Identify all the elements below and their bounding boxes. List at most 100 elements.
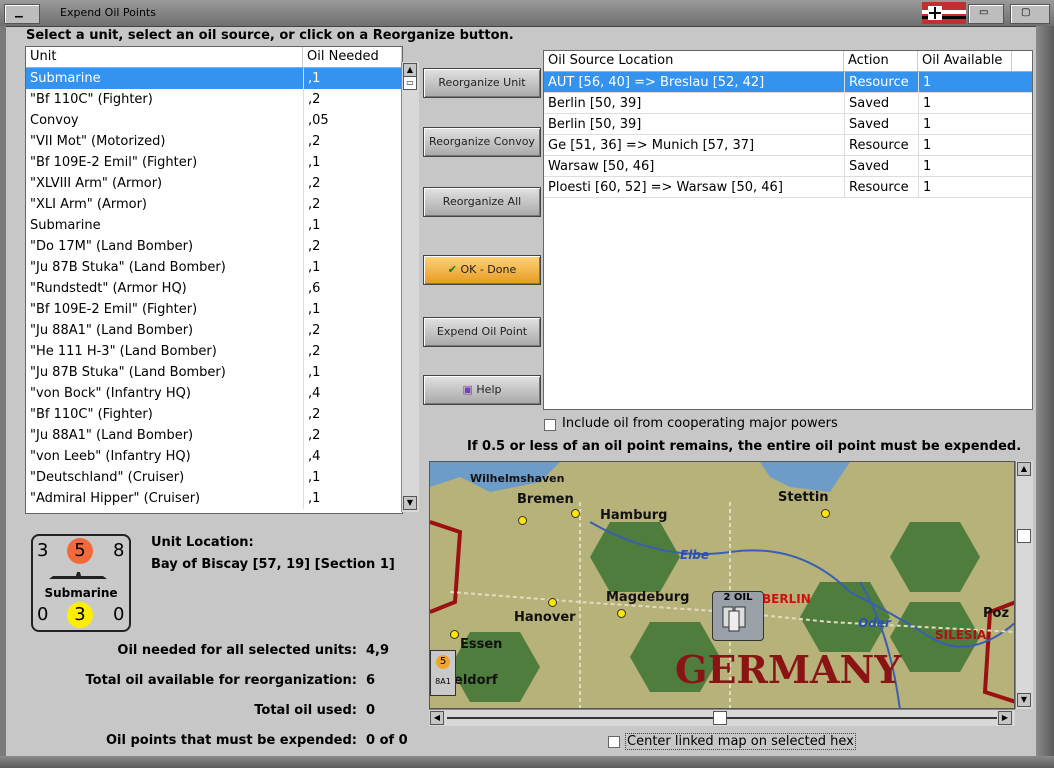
unit-name-cell: "XLI Arm" (Armor) — [30, 197, 147, 212]
unit-name-cell: "Ju 88A1" (Land Bomber) — [30, 428, 194, 443]
table-row[interactable]: "Admiral Hipper" (Cruiser) ,1 — [26, 488, 402, 509]
table-row[interactable]: Berlin [50, 39] Saved 1 — [544, 114, 1032, 135]
column-header-oil-source-location[interactable]: Oil Source Location — [544, 51, 844, 71]
unit-name-cell: Submarine — [30, 71, 101, 86]
table-row[interactable]: Ge [51, 36] => Munich [57, 37] Resource 1 — [544, 135, 1032, 156]
city-marker[interactable] — [617, 609, 626, 618]
oil-needed-cell: ,1 — [303, 257, 402, 278]
scroll-down-icon[interactable]: ▼ — [403, 496, 417, 510]
oil-available-cell: 1 — [918, 156, 1012, 176]
reorganize-all-button[interactable]: Reorganize All — [423, 187, 541, 217]
table-row[interactable]: "Bf 109E-2 Emil" (Fighter) ,1 — [26, 152, 402, 173]
units-table[interactable]: Unit Oil Needed Submarine ,1 "Bf 110C" (Fi… — [25, 46, 403, 514]
action-cell: Saved — [844, 156, 918, 176]
city-marker[interactable] — [450, 630, 459, 639]
table-row[interactable]: "von Leeb" (Infantry HQ) ,4 — [26, 446, 402, 467]
restore-button[interactable]: ▭ — [968, 4, 1004, 24]
table-row[interactable]: Ploesti [60, 52] => Warsaw [50, 46] Resou… — [544, 177, 1032, 198]
table-row[interactable]: Convoy ,05 — [26, 110, 402, 131]
table-row[interactable]: Warsaw [50, 46] Saved 1 — [544, 156, 1032, 177]
oil-needed-cell: ,2 — [303, 194, 402, 215]
table-row[interactable]: "Rundstedt" (Armor HQ) ,6 — [26, 278, 402, 299]
oil-depot-icon[interactable]: 2 OIL — [712, 591, 764, 641]
unit-stat-bottom-right: 0 — [113, 604, 125, 625]
table-row[interactable]: Berlin [50, 39] Saved 1 — [544, 93, 1032, 114]
table-row[interactable]: "Bf 110C" (Fighter) ,2 — [26, 89, 402, 110]
column-header-action[interactable]: Action — [844, 51, 918, 71]
oil-source-table[interactable]: Oil Source Location Action Oil Available… — [543, 50, 1033, 410]
oil-needed-cell: ,2 — [303, 173, 402, 194]
table-row[interactable]: "Ju 88A1" (Land Bomber) ,2 — [26, 320, 402, 341]
reorganize-convoy-button[interactable]: Reorganize Convoy — [423, 127, 541, 157]
map-vscroll-thumb[interactable] — [1017, 529, 1031, 543]
instruction-text: Select a unit, select an oil source, or … — [26, 28, 514, 43]
center-map-checkbox[interactable] — [608, 736, 620, 748]
map-scroll-left-icon[interactable]: ◀ — [430, 711, 444, 725]
table-row[interactable]: "He 111 H-3" (Land Bomber) ,2 — [26, 341, 402, 362]
map-label-wilhelmshaven: Wilhelmshaven — [470, 472, 565, 485]
title-bar: ▁ Expend Oil Points ▭ ▢ — [0, 0, 1054, 27]
column-header-oil-available[interactable]: Oil Available — [918, 51, 1012, 71]
must-expend-value: 0 of 0 — [366, 733, 408, 748]
oil-needed-cell: ,6 — [303, 278, 402, 299]
map-horizontal-scrollbar[interactable]: ◀ ▶ — [429, 709, 1015, 726]
help-button[interactable]: ▣ Help — [423, 375, 541, 405]
restore-icon: ▭ — [979, 7, 989, 18]
oil-needed-cell: ,1 — [303, 488, 402, 509]
table-row[interactable]: "XLI Arm" (Armor) ,2 — [26, 194, 402, 215]
column-header-oil-needed[interactable]: Oil Needed — [303, 47, 402, 67]
table-row[interactable]: AUT [56, 40] => Breslau [52, 42] Resource… — [544, 72, 1032, 93]
reorganize-unit-button[interactable]: Reorganize Unit — [423, 68, 541, 98]
include-oil-checkbox[interactable] — [544, 419, 556, 431]
map-label-silesia: SILESIA — [935, 628, 987, 642]
unit-name-cell: "Bf 109E-2 Emil" (Fighter) — [30, 155, 198, 170]
submarine-icon — [47, 570, 111, 579]
system-menu-button[interactable]: ▁ — [4, 4, 40, 24]
ok-done-button[interactable]: ✔ OK - Done — [423, 255, 541, 285]
column-header-unit[interactable]: Unit — [26, 47, 303, 67]
city-marker[interactable] — [518, 516, 527, 525]
table-row[interactable]: "von Bock" (Infantry HQ) ,4 — [26, 383, 402, 404]
unit-name-cell: "Ju 87B Stuka" (Land Bomber) — [30, 260, 226, 275]
close-button[interactable]: ▢ — [1010, 4, 1050, 24]
city-marker[interactable] — [548, 598, 557, 607]
linked-map[interactable]: Wilhelmshaven Bremen Hamburg Stettin Elb… — [429, 461, 1015, 709]
table-row[interactable]: "XLVIII Arm" (Armor) ,2 — [26, 173, 402, 194]
total-used-value: 0 — [366, 703, 376, 718]
map-label-dusseldorf: eldorf — [454, 673, 498, 688]
oil-badge-label: 2 OIL — [723, 592, 753, 603]
map-vertical-scrollbar[interactable]: ▲ ▼ — [1015, 461, 1033, 709]
help-label: Help — [476, 383, 502, 396]
unit-name-cell: "Do 17M" (Land Bomber) — [30, 239, 194, 254]
oil-source-cell: Berlin [50, 39] — [548, 96, 642, 111]
table-row[interactable]: "Bf 109E-2 Emil" (Fighter) ,1 — [26, 299, 402, 320]
expend-oil-point-button[interactable]: Expend Oil Point — [423, 317, 541, 347]
map-hscroll-thumb[interactable] — [713, 711, 727, 725]
unit-name-cell: "He 111 H-3" (Land Bomber) — [30, 344, 217, 359]
scroll-thumb[interactable]: ▭ — [403, 76, 417, 90]
city-marker[interactable] — [821, 509, 830, 518]
map-scroll-right-icon[interactable]: ▶ — [998, 711, 1012, 725]
scroll-up-icon[interactable]: ▲ — [403, 63, 417, 77]
map-scroll-up-icon[interactable]: ▲ — [1017, 462, 1031, 476]
map-scroll-down-icon[interactable]: ▼ — [1017, 693, 1031, 707]
table-row[interactable]: "Ju 87B Stuka" (Land Bomber) ,1 — [26, 362, 402, 383]
table-row[interactable]: "Bf 110C" (Fighter) ,2 — [26, 404, 402, 425]
units-scrollbar[interactable]: ▲ ▭ ▼ — [401, 62, 419, 512]
action-cell: Resource — [844, 135, 918, 155]
city-marker[interactable] — [571, 509, 580, 518]
table-row[interactable]: "Do 17M" (Land Bomber) ,2 — [26, 236, 402, 257]
total-used-label: Total oil used: — [254, 703, 357, 718]
table-row[interactable]: Submarine ,1 — [26, 68, 402, 89]
table-row[interactable]: "Deutschland" (Cruiser) ,1 — [26, 467, 402, 488]
unit-name-cell: "Admiral Hipper" (Cruiser) — [30, 491, 201, 506]
table-row[interactable]: "Ju 87B Stuka" (Land Bomber) ,1 — [26, 257, 402, 278]
map-unit-counter[interactable]: 5 8A1 — [430, 650, 456, 696]
table-row[interactable]: "VII Mot" (Motorized) ,2 — [26, 131, 402, 152]
window-title: Expend Oil Points — [60, 6, 156, 19]
table-row[interactable]: "Ju 88A1" (Land Bomber) ,2 — [26, 425, 402, 446]
ok-done-label: OK - Done — [460, 263, 517, 276]
table-row[interactable]: Submarine ,1 — [26, 215, 402, 236]
oil-needed-cell: ,1 — [303, 362, 402, 383]
oil-source-cell: Ge [51, 36] => Munich [57, 37] — [548, 138, 755, 153]
